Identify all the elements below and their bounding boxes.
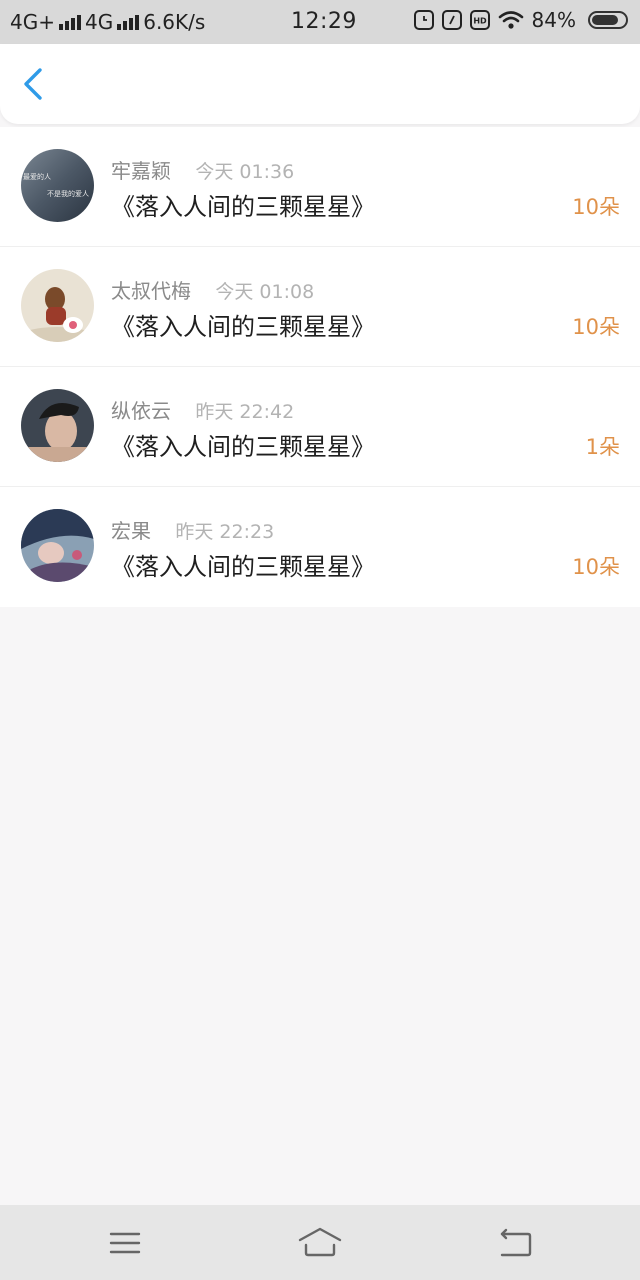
menu-button[interactable] — [103, 1223, 147, 1263]
work-title: 《落入人间的三颗星星》 — [111, 193, 375, 221]
menu-icon — [109, 1232, 141, 1254]
battery-fill — [592, 15, 619, 25]
signal-icon-2 — [117, 14, 140, 30]
status-bar: 4G+ 4G 6.6K/s 12:29 HD 84% — [0, 0, 640, 44]
sender-name: 宏果 昨天 22:23 — [111, 515, 274, 544]
signal-icon — [58, 14, 81, 30]
alarm-icon — [413, 10, 434, 30]
list-item[interactable]: 太叔代梅 今天 01:08 《落入人间的三颗星星》 10朵 — [0, 247, 640, 367]
back-button[interactable] — [14, 64, 54, 104]
list-item[interactable]: 宏果 昨天 22:23 《落入人间的三颗星星》 10朵 — [0, 487, 640, 607]
system-navigation-bar — [0, 1205, 640, 1280]
work-title: 《落入人间的三颗星星》 — [111, 433, 375, 461]
system-status: HD 84% — [413, 8, 628, 32]
back-nav-button[interactable] — [494, 1223, 538, 1263]
avatar[interactable]: 最爱的人 不是我的爱人 — [21, 149, 94, 222]
flower-count: 1朵 — [585, 435, 620, 459]
battery-percent: 84% — [531, 8, 576, 32]
battery-icon — [588, 11, 628, 29]
network-speed: 6.6K/s — [143, 10, 206, 34]
sender-name: 太叔代梅 今天 01:08 — [111, 275, 314, 304]
wifi-icon — [498, 11, 523, 29]
hd-icon: HD — [469, 10, 490, 30]
avatar-text-1: 最爱的人 — [23, 172, 51, 181]
send-time: 昨天 22:42 — [195, 401, 295, 423]
sender-name-text: 纵依云 — [111, 399, 171, 423]
compass-icon — [441, 10, 462, 30]
network-type-1: 4G+ — [10, 10, 55, 34]
clock: 12:29 — [291, 9, 357, 34]
avatar-text-2: 不是我的爱人 — [47, 189, 89, 198]
avatar[interactable] — [21, 389, 94, 462]
header — [0, 44, 640, 124]
avatar[interactable] — [21, 509, 94, 582]
flower-count: 10朵 — [572, 195, 620, 219]
work-title: 《落入人间的三颗星星》 — [111, 313, 375, 341]
send-time: 今天 01:36 — [195, 161, 295, 183]
work-title: 《落入人间的三颗星星》 — [111, 553, 375, 581]
svg-text:HD: HD — [473, 17, 487, 26]
send-time: 昨天 22:23 — [175, 521, 275, 543]
list-item[interactable]: 纵依云 昨天 22:42 《落入人间的三颗星星》 1朵 — [0, 367, 640, 487]
home-icon — [298, 1227, 342, 1257]
sender-name: 纵依云 昨天 22:42 — [111, 395, 294, 424]
sender-name: 牢嘉颖 今天 01:36 — [111, 155, 294, 184]
flower-count: 10朵 — [572, 555, 620, 579]
send-time: 今天 01:08 — [215, 281, 315, 303]
back-arrow-icon — [500, 1228, 532, 1257]
sender-name-text: 宏果 — [111, 519, 151, 543]
sender-name-text: 太叔代梅 — [111, 279, 191, 303]
chevron-left-icon — [24, 68, 42, 100]
flower-count: 10朵 — [572, 315, 620, 339]
avatar[interactable] — [21, 269, 94, 342]
network-type-2: 4G — [84, 10, 114, 34]
network-status: 4G+ 4G 6.6K/s — [10, 10, 205, 34]
list-item[interactable]: 最爱的人 不是我的爱人 牢嘉颖 今天 01:36 《落入人间的三颗星星》 10朵 — [0, 127, 640, 247]
home-button[interactable] — [298, 1223, 342, 1263]
gift-record-list: 最爱的人 不是我的爱人 牢嘉颖 今天 01:36 《落入人间的三颗星星》 10朵… — [0, 127, 640, 607]
sender-name-text: 牢嘉颖 — [111, 159, 171, 183]
